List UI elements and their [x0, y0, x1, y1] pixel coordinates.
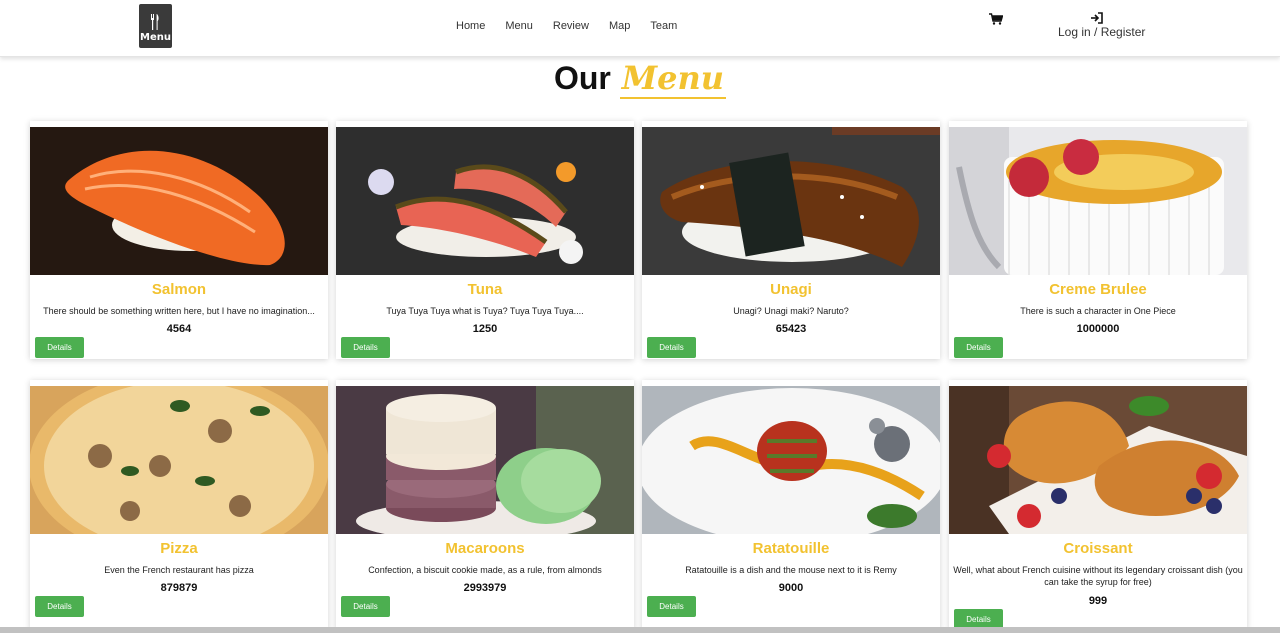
card-price: 4564: [166, 323, 192, 335]
menu-card-creme-brulee: Creme Brulee There is such a character i…: [949, 121, 1247, 359]
card-title: Pizza: [160, 540, 198, 557]
fork-knife-icon: [151, 14, 159, 30]
nav-home[interactable]: Home: [456, 19, 485, 33]
card-description: Well, what about French cuisine without …: [953, 565, 1243, 587]
card-price: 9000: [778, 582, 804, 594]
card-description: Even the French restaurant has pizza: [104, 565, 254, 575]
card-description: There should be something written here, …: [43, 306, 315, 316]
unagi-image: [642, 127, 940, 275]
login-label: Log in / Register: [1058, 25, 1146, 39]
card-price: 999: [1088, 595, 1108, 607]
tuna-image: [336, 127, 634, 275]
macaroons-image: [336, 386, 634, 534]
details-button[interactable]: Details: [35, 337, 84, 358]
title-accent: Menu: [619, 59, 727, 99]
card-description: Confection, a biscuit cookie made, as a …: [368, 565, 602, 575]
nav-menu[interactable]: Menu: [505, 19, 533, 33]
card-description: There is such a character in One Piece: [1020, 306, 1176, 316]
logo[interactable]: Menu: [139, 4, 172, 48]
creme-brulee-image: [949, 127, 1247, 275]
page-title: Our Menu: [0, 58, 1280, 99]
pizza-image: [30, 386, 328, 534]
header: Menu Home Menu Review Map Team Log in / …: [0, 0, 1280, 57]
nav-team[interactable]: Team: [650, 19, 677, 33]
cart-icon[interactable]: [989, 13, 1003, 25]
logo-text: Menu: [140, 32, 171, 43]
card-price: 1250: [472, 323, 498, 335]
card-title: Macaroons: [445, 540, 525, 557]
card-price: 879879: [160, 582, 198, 594]
card-description: Ratatouille is a dish and the mouse next…: [685, 565, 897, 575]
ratatouille-image: [642, 386, 940, 534]
details-button[interactable]: Details: [647, 596, 696, 617]
page: Menu Home Menu Review Map Team Log in / …: [0, 0, 1280, 633]
menu-card-croissant: Croissant Well, what about French cuisin…: [949, 380, 1247, 630]
menu-card-unagi: Unagi Unagi? Unagi maki? Naruto? 65423 D…: [642, 121, 940, 359]
card-title: Unagi: [770, 281, 812, 298]
details-button[interactable]: Details: [954, 337, 1003, 358]
card-price: 65423: [775, 323, 807, 335]
card-title: Croissant: [1063, 540, 1133, 557]
card-title: Ratatouille: [752, 540, 830, 557]
card-price: 2993979: [463, 582, 507, 594]
card-price: 1000000: [1076, 323, 1120, 335]
details-button[interactable]: Details: [341, 596, 390, 617]
menu-card-pizza: Pizza Even the French restaurant has piz…: [30, 380, 328, 630]
details-button[interactable]: Details: [341, 337, 390, 358]
menu-card-ratatouille: Ratatouille Ratatouille is a dish and th…: [642, 380, 940, 630]
card-title: Salmon: [151, 281, 207, 298]
title-main: Our: [553, 60, 611, 96]
nav-map[interactable]: Map: [609, 19, 630, 33]
card-title: Creme Brulee: [1049, 281, 1147, 298]
details-button[interactable]: Details: [647, 337, 696, 358]
menu-card-tuna: Tuna Tuya Tuya Tuya what is Tuya? Tuya T…: [336, 121, 634, 359]
menu-card-salmon: Salmon There should be something written…: [30, 121, 328, 359]
menu-card-macaroons: Macaroons Confection, a biscuit cookie m…: [336, 380, 634, 630]
details-button[interactable]: Details: [35, 596, 84, 617]
croissant-image: [949, 386, 1247, 534]
login-icon: [1091, 12, 1103, 24]
main-nav: Home Menu Review Map Team: [456, 19, 697, 33]
horizontal-scrollbar[interactable]: [0, 627, 1280, 633]
card-description: Tuya Tuya Tuya what is Tuya? Tuya Tuya T…: [386, 306, 584, 316]
login-register[interactable]: Log in / Register: [1058, 12, 1148, 39]
card-description: Unagi? Unagi maki? Naruto?: [733, 306, 849, 316]
card-title: Tuna: [467, 281, 503, 298]
nav-review[interactable]: Review: [553, 19, 589, 33]
salmon-image: [30, 127, 328, 275]
